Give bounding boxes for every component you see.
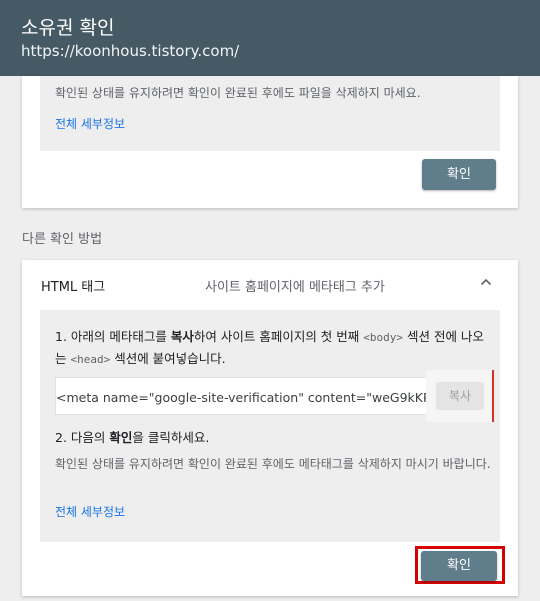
page-title: 소유권 확인 [21,17,115,39]
confirm-button[interactable]: 확인 [422,159,496,190]
copy-button[interactable]: 복사 [436,382,484,410]
other-methods-heading: 다른 확인 방법 [22,232,103,247]
full-details-link[interactable]: 전체 세부정보 [55,503,125,520]
verified-method-body: 확인된 상태를 유지하려면 확인이 완료된 후에도 파일을 삭제하지 마세요. … [40,76,500,151]
step1-instruction: 1. 아래의 메타태그를 복사하여 사이트 홈페이지의 첫 번째 <body> … [55,329,484,366]
html-tag-method-card: HTML 태그 사이트 홈페이지에 메타태그 추가 1. 아래의 메타태그를 복… [22,260,518,596]
header-bar: 소유권 확인 https://koonhous.tistory.com/ [0,0,540,76]
property-url: https://koonhous.tistory.com/ [21,42,240,60]
step2-instruction: 2. 다음의 확인을 클릭하세요. [55,430,210,445]
full-details-link[interactable]: 전체 세부정보 [55,115,125,133]
meta-tag-field[interactable]: <meta name="google-site-verification" co… [55,377,427,415]
method-name: HTML 태그 [41,280,106,295]
method-header[interactable]: HTML 태그 사이트 홈페이지에 메타태그 추가 [22,260,518,306]
confirm-button[interactable]: 확인 [421,551,497,581]
verified-method-card: 확인된 상태를 유지하려면 확인이 완료된 후에도 파일을 삭제하지 마세요. … [22,76,518,208]
keep-meta-tag-note: 확인된 상태를 유지하려면 확인이 완료된 후에도 메타태그를 삭제하지 마시기… [55,457,491,471]
meta-tag-value[interactable]: <meta name="google-site-verification" co… [56,390,426,405]
method-description: 사이트 홈페이지에 메타태그 추가 [205,280,385,295]
copy-button-area: 복사 [426,370,494,422]
chevron-up-icon[interactable] [478,274,494,290]
keep-file-note: 확인된 상태를 유지하려면 확인이 완료된 후에도 파일을 삭제하지 마세요. [55,86,421,100]
method-body: 1. 아래의 메타태그를 복사하여 사이트 홈페이지의 첫 번째 <body> … [40,310,500,542]
